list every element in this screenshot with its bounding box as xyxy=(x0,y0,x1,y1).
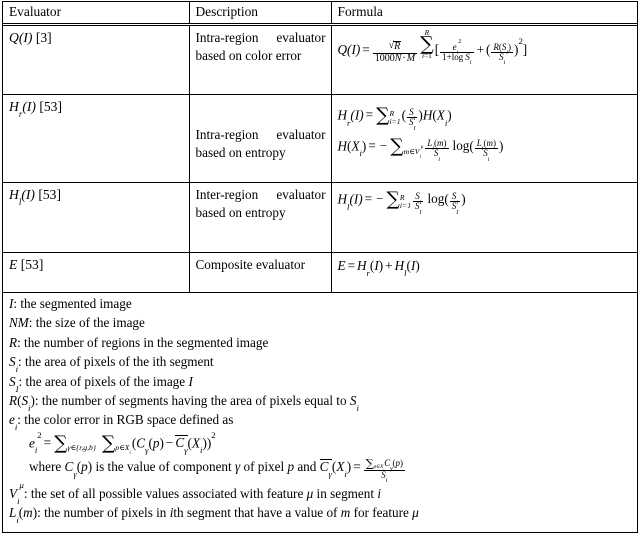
table-row: Hl(I) [53] Inter-region evaluator based … xyxy=(3,182,637,253)
summation-icon: ∑ Ri=1 xyxy=(376,105,401,126)
legend-line-Lim: Li(m): the number of pixels in ith segme… xyxy=(9,505,419,526)
cell-formula-q: Q(I)=R1000N·MR∑i=1[ei21+log Si+(R(Si)Si)… xyxy=(331,24,637,95)
legend-line-Si: Si: the area of pixels of the ith segmen… xyxy=(9,354,214,375)
legend-line-where-C: where Cγ(p) is the value of component γ … xyxy=(29,456,405,485)
summation-icon: ∑ γ∈{r,g,b} xyxy=(54,432,96,454)
legend-row: I: the segmented image NM: the size of t… xyxy=(3,293,637,533)
evaluator-symbol-hl: H xyxy=(9,187,19,202)
formula-hr-line2: H(Xi) = − ∑ m∈Viμ Li(m) Si log(Li(m) Si) xyxy=(337,135,504,163)
legend-text-Vi: the set of all possible values associate… xyxy=(30,485,382,501)
legend-text-NM: the size of the image xyxy=(35,315,145,331)
summation-icon: R ∑ i=1 xyxy=(420,28,434,60)
table-row: Hr(I) [53] Intra-region evaluator based … xyxy=(3,94,637,183)
cell-formula-hr: Hr(I) = ∑ Ri=1(Si SI)H(Xi) H(Xi) = − ∑ m∈Viμ Li(m… xyxy=(331,94,637,183)
header-cell-formula: Formula xyxy=(331,2,637,26)
description-text-hl: Inter-region evaluator based on entropy xyxy=(195,187,326,221)
figure-table-page: Evaluator Description Formula Q(I) [3] I… xyxy=(0,0,640,536)
legend-line-ei-squared-formula: ei2= ∑ γ∈{r,g,b} ∑ p∈Xi (Cγ(p) − Cγ(Xi))2 xyxy=(29,429,216,457)
legend-text-R: the number of regions in the segmented i… xyxy=(24,334,269,350)
header-label-description: Description xyxy=(195,4,258,19)
legend-line-SI: SI: the area of pixels of the image I xyxy=(9,373,193,394)
evaluator-reference-e: [53] xyxy=(20,257,44,272)
legend-line-Vi: Viμ: the set of all possible values asso… xyxy=(9,480,382,506)
header-label-formula: Formula xyxy=(337,4,383,19)
evaluator-reference-q: [3] xyxy=(35,30,52,45)
legend-symbol-NM: NM xyxy=(9,315,29,331)
legend-line-I: I: the segmented image xyxy=(9,296,132,311)
cell-evaluator-e: E [53] xyxy=(3,252,190,293)
header-cell-description: Description xyxy=(189,2,332,26)
legend-symbol-SI: SI xyxy=(9,373,19,394)
evaluator-symbol-hr: H xyxy=(9,99,19,114)
legend-symbol-Lim: Li xyxy=(9,505,19,526)
evaluator-reference-hr: [53] xyxy=(39,99,62,114)
legend-word-where: where xyxy=(29,458,62,474)
cell-description-e: Composite evaluator xyxy=(189,252,332,293)
formula-hr-line1: Hr(I) = ∑ Ri=1(Si SI)H(Xi) xyxy=(337,105,452,132)
cell-formula-hl: Hl(I) = − ∑ Ri=1 Si SI log(Si SI) xyxy=(331,182,637,253)
cell-description-hr: Intra-region evaluator based on entropy xyxy=(189,94,332,183)
summation-icon: ∑ Ri=1 xyxy=(386,189,412,210)
legend-line-ei: ei: the color error in RGB space defined… xyxy=(9,412,234,433)
evaluator-table: Evaluator Description Formula Q(I) [3] I… xyxy=(2,1,638,533)
legend-text-Lim: the number of pixels in ith segment that… xyxy=(44,505,419,521)
description-text-q: Intra-region evaluator based on color er… xyxy=(195,30,326,64)
legend-text-RSi: the number of segments having the area o… xyxy=(41,392,359,414)
cell-evaluator-hr: Hr(I) [53] xyxy=(3,94,190,183)
legend-symbol-ei: ei xyxy=(9,412,18,433)
legend-symbol-RSi: R xyxy=(9,392,18,408)
legend-symbol-Vi: Viμ xyxy=(9,480,24,506)
table-header-row: Evaluator Description Formula xyxy=(3,2,637,26)
cell-formula-e: E = Hr(I) + Hl(I) xyxy=(331,252,637,293)
legend-line-NM: NM: the size of the image xyxy=(9,315,145,331)
evaluator-reference-hl: [53] xyxy=(38,187,61,202)
cell-description-hl: Inter-region evaluator based on entropy xyxy=(189,182,332,253)
evaluator-symbol-e: E xyxy=(9,257,18,272)
legend-text-Si: the area of pixels of the ith segment xyxy=(24,354,214,370)
legend-symbol-Si: Si xyxy=(9,354,19,375)
summation-icon: ∑ p∈Xi xyxy=(101,432,131,457)
description-text-e: Composite evaluator xyxy=(195,257,306,272)
legend-text-I: the segmented image xyxy=(20,296,132,311)
cell-evaluator-q: Q(I) [3] xyxy=(3,24,190,95)
header-label-evaluator: Evaluator xyxy=(9,4,62,19)
cell-description-q: Intra-region evaluator based on color er… xyxy=(189,24,332,95)
formula-q: Q xyxy=(337,41,348,57)
legend-text-SI: the area of pixels of the image I xyxy=(25,373,193,389)
legend-line-R: R: the number of regions in the segmente… xyxy=(9,334,269,350)
evaluator-symbol-q: Q xyxy=(9,30,19,45)
table-row: Q(I) [3] Intra-region evaluator based on… xyxy=(3,24,637,95)
legend-text-ei: the color error in RGB space defined as xyxy=(24,412,234,428)
legend-line-RSi: R(Si): the number of segments having the… xyxy=(9,392,359,414)
legend-block: I: the segmented image NM: the size of t… xyxy=(3,293,637,533)
header-cell-evaluator: Evaluator xyxy=(3,2,190,26)
cell-evaluator-hl: Hl(I) [53] xyxy=(3,182,190,253)
table-row: E [53] Composite evaluator E = Hr(I) + Hl(I) xyxy=(3,252,637,293)
legend-symbol-R: R xyxy=(9,334,18,350)
legend-symbol-I: I xyxy=(9,296,14,311)
description-text-hr: Intra-region evaluator based on entropy xyxy=(195,127,326,161)
summation-icon: ∑ m∈Viμ xyxy=(390,135,424,160)
